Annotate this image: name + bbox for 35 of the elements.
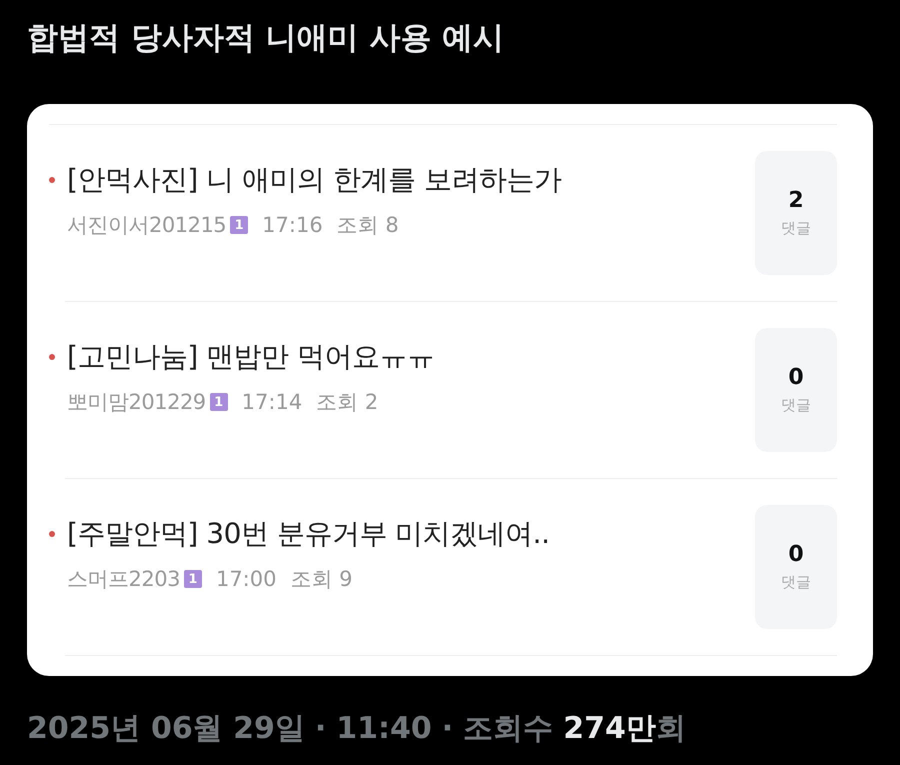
post-time: 17:14 (242, 390, 302, 414)
post-title: 합법적 당사자적 니애미 사용 예시 (27, 19, 506, 58)
post-link[interactable]: [주말안먹] 30번 분유거부 미치겠네여.. (67, 515, 550, 553)
view-unit: 회 (656, 710, 686, 748)
view-count: 조회 8 (336, 212, 399, 239)
comment-count-box[interactable]: 0 댓글 (755, 505, 837, 629)
level-badge: 1 (210, 393, 228, 411)
post-link[interactable]: [고민나눔] 맨밥만 먹어요ㅠㅠ (67, 338, 435, 376)
post-meta: 2025년 06월 29일 (27, 710, 305, 748)
view-count: 조회 2 (316, 389, 378, 416)
bullet-icon (49, 531, 55, 537)
post-time: 17:16 (262, 213, 323, 237)
post-meta: 조회수 (463, 710, 554, 748)
separator-dot: · (314, 711, 326, 746)
post-link[interactable]: [안먹사진] 니 애미의 한계를 보려하는가 (67, 161, 562, 199)
comment-label: 댓글 (781, 573, 811, 592)
author-name: 뽀미맘201229 (67, 389, 206, 416)
bullet-icon (49, 354, 55, 360)
view-count: 274만 (563, 710, 656, 748)
comment-label: 댓글 (781, 396, 811, 415)
comment-count-box[interactable]: 0 댓글 (755, 328, 837, 452)
bullet-icon (49, 177, 55, 183)
comment-count: 0 (788, 365, 804, 390)
level-badge: 1 (230, 216, 248, 234)
comment-count-box[interactable]: 2 댓글 (755, 151, 837, 275)
author-name: 서진이서201215 (67, 212, 226, 239)
comment-label: 댓글 (781, 219, 811, 238)
comment-count: 0 (788, 542, 804, 567)
post-time: 17:00 (216, 567, 276, 591)
level-badge: 1 (184, 570, 202, 588)
separator-dot: · (442, 711, 454, 746)
post-meta: 11:40 (336, 711, 432, 746)
author-name: 스머프2203 (67, 566, 180, 593)
view-count: 조회 9 (290, 566, 353, 593)
comment-count: 2 (788, 188, 804, 213)
